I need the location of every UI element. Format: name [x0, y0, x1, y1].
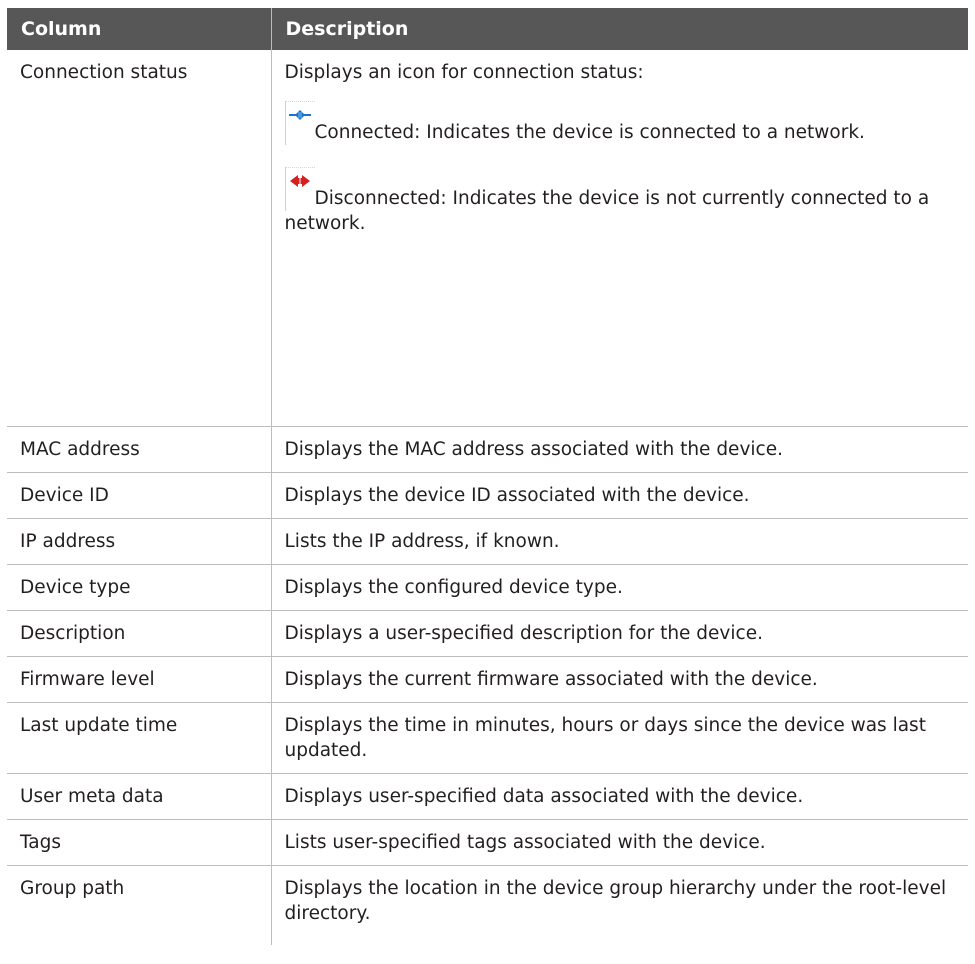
table-row: MAC address Displays the MAC address ass…	[7, 426, 968, 473]
row-description: Lists the IP address, if known.	[270, 518, 968, 565]
row-column-name: Group path	[20, 877, 125, 899]
row-description: Displays an icon for connection status: …	[270, 50, 968, 427]
row-description: Displays the location in the device grou…	[270, 865, 968, 945]
row-description: Displays the configured device type.	[270, 564, 968, 611]
row-column-name: Description	[7, 610, 271, 657]
table-row: User meta data Displays user-specified d…	[7, 773, 968, 820]
row-column-name: Last update time	[7, 702, 271, 774]
table-row: Device ID Displays the device ID associa…	[7, 472, 968, 519]
table-row: Tags Lists user-specified tags associate…	[7, 819, 968, 866]
table-row: Group path Displays the location in the …	[7, 865, 968, 945]
columns-table: Column Description Connection status Dis…	[7, 8, 968, 945]
row-column-name: Device ID	[7, 472, 271, 519]
table-row: IP address Lists the IP address, if know…	[7, 518, 968, 565]
row-column-name: Device type	[7, 564, 271, 611]
row-column-name: MAC address	[7, 426, 271, 473]
disconnected-plug-icon	[284, 167, 315, 211]
row-description: Displays a user-specified description fo…	[270, 610, 968, 657]
table-row: Device type Displays the configured devi…	[7, 564, 968, 611]
row-description: Displays the device ID associated with t…	[270, 472, 968, 519]
connected-text: Connected: Indicates the device is conne…	[314, 122, 865, 143]
row-description: Displays user-specified data associated …	[270, 773, 968, 820]
header-column: Column	[7, 8, 271, 50]
row-column-name: Firmware level	[7, 656, 271, 703]
table-row: Description Displays a user-specified de…	[7, 610, 968, 657]
row-description: Displays the MAC address associated with…	[270, 426, 968, 473]
table-row: Connection status Displays an icon for c…	[7, 50, 968, 427]
row-column-name: Connection status	[7, 50, 271, 427]
table-header-row: Column Description	[7, 8, 968, 50]
disconnected-text: Disconnected: Indicates the device is no…	[284, 188, 930, 234]
status-connected: Connected: Indicates the device is conne…	[284, 101, 959, 145]
row-column-name: User meta data	[7, 773, 271, 820]
row-column-name: IP address	[7, 518, 271, 565]
header-description: Description	[270, 8, 968, 50]
row-description: Displays the current firmware associated…	[270, 656, 968, 703]
row-description: Lists user-specified tags associated wit…	[270, 819, 968, 866]
table-row: Last update time Displays the time in mi…	[7, 702, 968, 774]
row-column-name: Tags	[7, 819, 271, 866]
row-description: Displays the time in minutes, hours or d…	[270, 702, 968, 774]
table-row: Firmware level Displays the current firm…	[7, 656, 968, 703]
connected-plug-icon	[284, 101, 315, 145]
status-intro: Displays an icon for connection status:	[284, 62, 644, 83]
status-disconnected: Disconnected: Indicates the device is no…	[284, 167, 959, 236]
